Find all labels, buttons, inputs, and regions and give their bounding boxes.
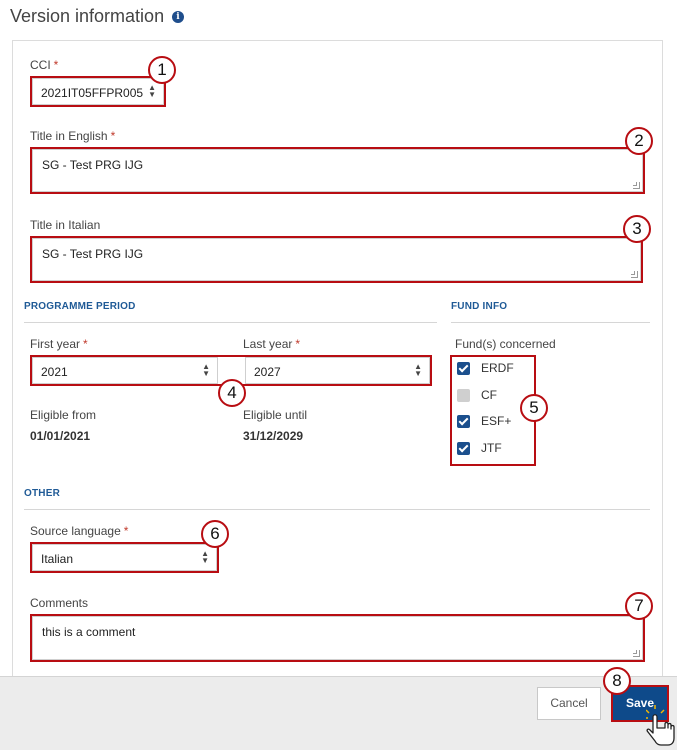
divider <box>451 322 650 323</box>
source-language-select[interactable]: Italian ▲ ▼ <box>32 544 217 571</box>
page-title: Version information <box>10 6 165 26</box>
title-it-textarea[interactable]: SG - Test PRG IJG <box>32 238 641 281</box>
info-icon[interactable]: i <box>172 11 184 23</box>
hand-pointer-cursor-icon <box>646 705 675 746</box>
title-en-value: SG - Test PRG IJG <box>42 158 144 172</box>
fund-checkbox-cf[interactable] <box>457 389 470 402</box>
fund-label-erdf: ERDF <box>481 361 514 375</box>
callout-badge-7: 7 <box>625 592 653 620</box>
callout-badge-4: 4 <box>218 379 246 407</box>
programme-period-heading: PROGRAMME PERIOD <box>24 301 136 312</box>
version-information-page: Version information i CCI * 2021IT05FFPR0… <box>0 0 677 750</box>
comments-value: this is a comment <box>42 625 136 639</box>
resize-grip-icon[interactable] <box>631 271 638 278</box>
eligible-until-label: Eligible until <box>243 408 308 422</box>
other-heading: OTHER <box>24 488 60 499</box>
callout-badge-5: 5 <box>520 394 548 422</box>
callout-badge-1: 1 <box>148 56 176 84</box>
funds-concerned-label: Fund(s) concerned <box>455 337 556 351</box>
cci-value: 2021IT05FFPR005 <box>41 86 144 100</box>
fund-checkbox-erdf[interactable] <box>457 362 470 375</box>
title-it-value: SG - Test PRG IJG <box>42 247 144 261</box>
fund-label-jtf: JTF <box>481 441 502 455</box>
callout-badge-8: 8 <box>603 667 631 695</box>
eligible-until-value: 31/12/2029 <box>243 429 304 443</box>
source-language-label: Source language * <box>30 524 129 538</box>
source-language-value: Italian <box>41 552 74 566</box>
first-year-value: 2021 <box>41 365 68 379</box>
select-arrows-icon: ▲ ▼ <box>201 549 209 565</box>
fund-info-heading: FUND INFO <box>451 301 508 312</box>
divider <box>24 509 650 510</box>
callout-badge-6: 6 <box>201 520 229 548</box>
comments-label: Comments <box>30 596 89 610</box>
callout-badge-2: 2 <box>625 127 653 155</box>
last-year-label: Last year * <box>243 337 301 351</box>
first-year-label: First year * <box>30 337 88 351</box>
title-it-label: Title in Italian <box>30 218 101 232</box>
title-en-label: Title in English * <box>30 129 116 143</box>
last-year-value: 2027 <box>254 365 281 379</box>
fund-checkbox-esf-plus[interactable] <box>457 415 470 428</box>
resize-grip-icon[interactable] <box>633 182 640 189</box>
comments-textarea[interactable]: this is a comment <box>32 616 643 660</box>
fund-checkbox-jtf[interactable] <box>457 442 470 455</box>
cancel-button[interactable]: Cancel <box>537 687 601 720</box>
callout-badge-3: 3 <box>623 215 651 243</box>
first-year-select[interactable]: 2021 ▲ ▼ <box>32 357 218 384</box>
eligible-from-label: Eligible from <box>30 408 97 422</box>
eligible-from-value: 01/01/2021 <box>30 429 91 443</box>
select-arrows-icon: ▲ ▼ <box>148 83 156 99</box>
divider <box>24 322 437 323</box>
select-arrows-icon: ▲ ▼ <box>414 362 422 378</box>
resize-grip-icon[interactable] <box>633 650 640 657</box>
fund-label-cf: CF <box>481 388 497 402</box>
select-arrows-icon: ▲ ▼ <box>202 362 210 378</box>
title-en-textarea[interactable]: SG - Test PRG IJG <box>32 149 643 192</box>
last-year-select[interactable]: 2027 ▲ ▼ <box>245 357 430 384</box>
fund-label-esf-plus: ESF+ <box>481 414 512 428</box>
cci-select[interactable]: 2021IT05FFPR005 ▲ ▼ <box>32 78 164 105</box>
cci-label: CCI * <box>30 58 59 72</box>
